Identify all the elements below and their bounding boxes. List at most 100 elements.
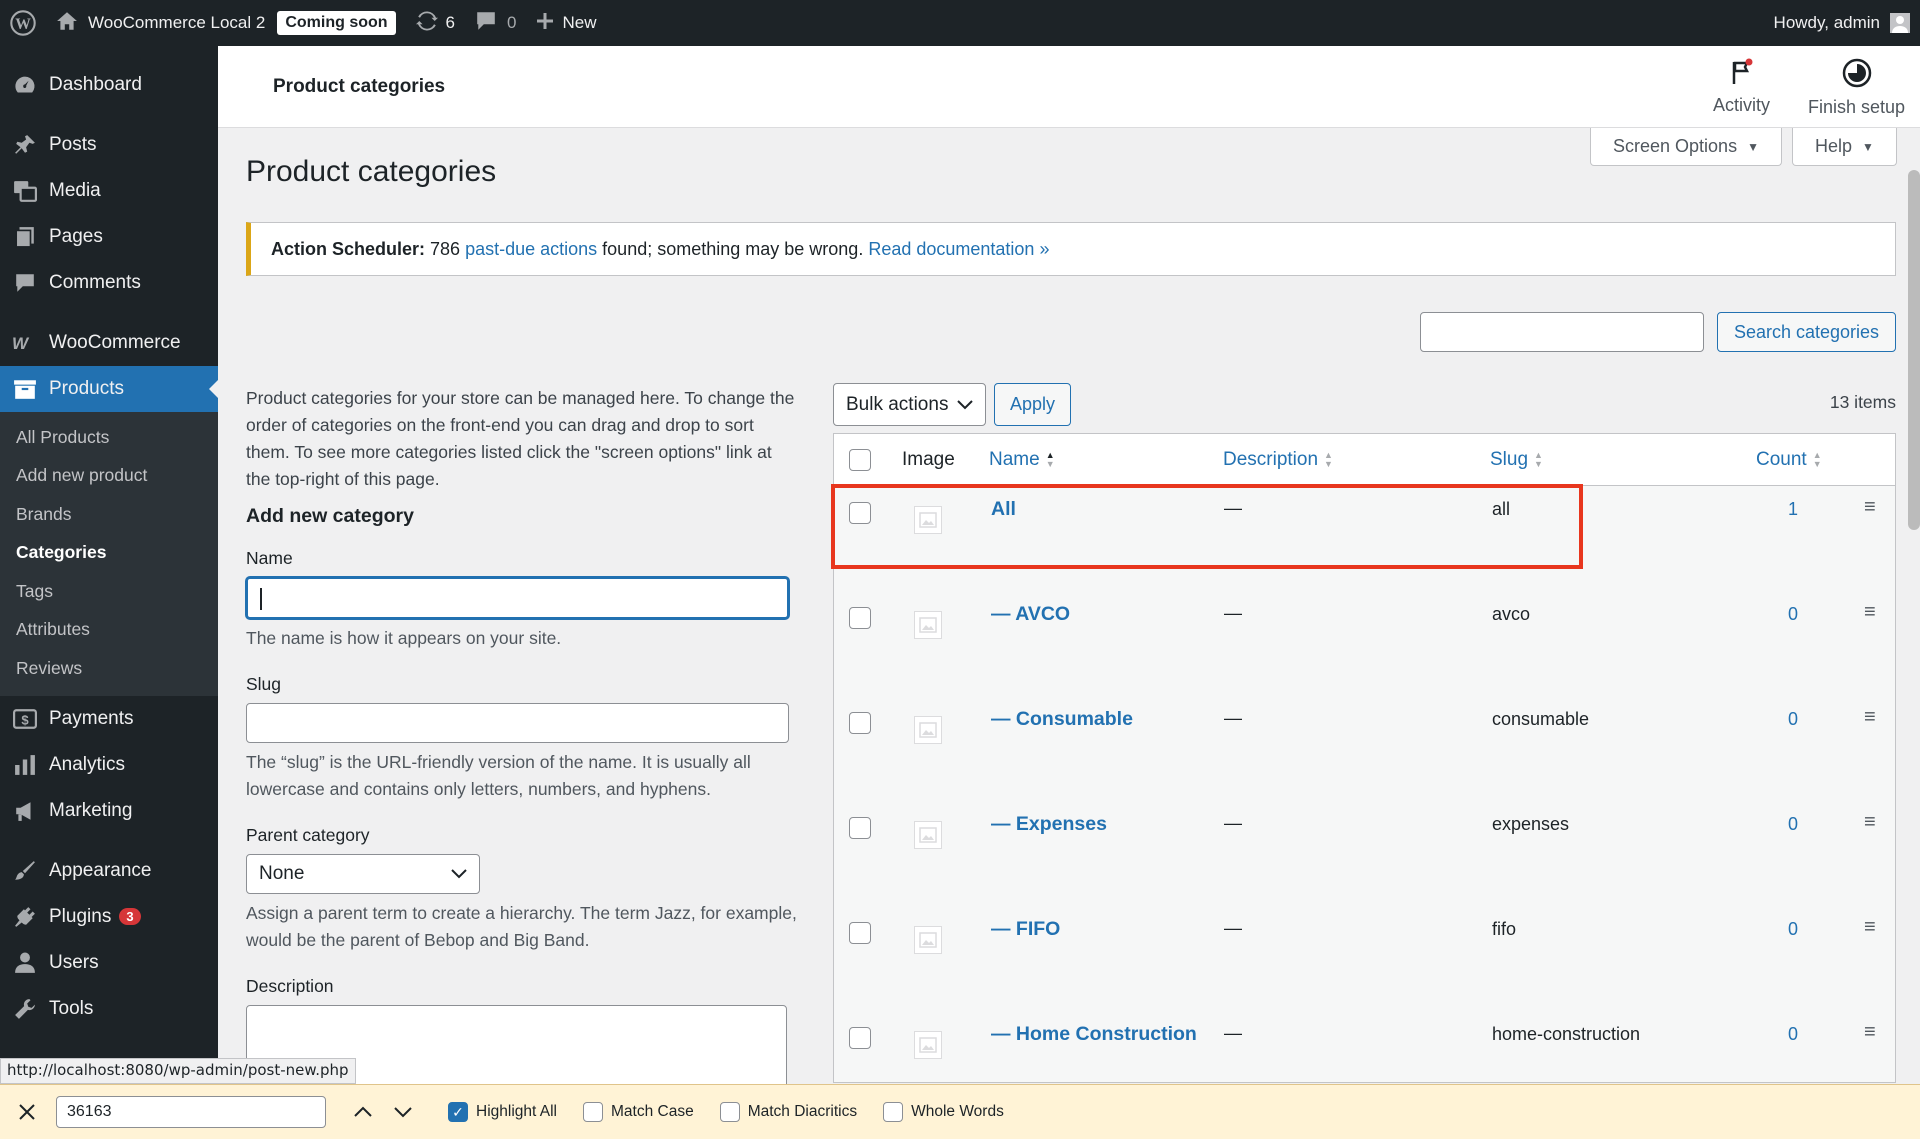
find-input[interactable]: 36163 <box>56 1096 326 1128</box>
column-count-sort[interactable]: Count ▲ ▼ <box>1756 449 1822 471</box>
apply-button[interactable]: Apply <box>994 383 1071 426</box>
sidebar-label: Users <box>49 951 99 973</box>
sidebar-item-plugins[interactable]: Plugins 3 <box>0 894 218 940</box>
past-due-actions-link[interactable]: past-due actions <box>465 239 597 260</box>
sidebar-item-appearance[interactable]: Appearance <box>0 848 218 894</box>
sidebar-label: Media <box>49 180 101 201</box>
sidebar-item-payments[interactable]: $ Payments <box>0 696 218 742</box>
category-name-link[interactable]: — AVCO <box>991 603 1070 626</box>
category-count-link[interactable]: 0 <box>1788 709 1798 730</box>
sidebar-label: Appearance <box>49 859 152 881</box>
submenu-tags[interactable]: Tags <box>0 572 218 611</box>
highlight-all-option[interactable]: ✓ Highlight All <box>448 1102 557 1122</box>
description-label: Description <box>246 976 334 996</box>
category-name-link[interactable]: — Expenses <box>991 813 1107 836</box>
table-row: — Expenses — expenses 0 ≡ <box>834 801 1895 906</box>
row-checkbox[interactable] <box>849 712 871 734</box>
column-description-label: Description <box>1223 449 1319 470</box>
category-count-link[interactable]: 0 <box>1788 604 1798 625</box>
row-checkbox[interactable] <box>849 502 871 524</box>
category-slug-input[interactable] <box>246 703 789 743</box>
wrench-icon <box>12 996 38 1022</box>
read-documentation-link[interactable]: Read documentation » <box>868 239 1049 260</box>
row-checkbox[interactable] <box>849 817 871 839</box>
row-checkbox[interactable] <box>849 607 871 629</box>
category-count-link[interactable]: 1 <box>1788 499 1798 520</box>
submenu-add-new-product[interactable]: Add new product <box>0 457 218 496</box>
find-next-icon[interactable] <box>388 1097 418 1127</box>
submenu-brands[interactable]: Brands <box>0 495 218 534</box>
parent-category-select[interactable]: None <box>246 854 480 894</box>
row-checkbox[interactable] <box>849 1027 871 1049</box>
comments-count: 0 <box>507 13 517 32</box>
category-name-link[interactable]: — FIFO <box>991 918 1060 941</box>
placeholder-image-icon <box>914 926 942 954</box>
screen-options-button[interactable]: Screen Options ▼ <box>1590 128 1782 166</box>
category-count-link[interactable]: 0 <box>1788 1024 1798 1045</box>
match-case-checkbox[interactable] <box>583 1102 603 1122</box>
sidebar-item-posts[interactable]: Posts <box>0 122 218 168</box>
help-button[interactable]: Help ▼ <box>1792 128 1897 166</box>
sidebar-item-dashboard[interactable]: Dashboard <box>0 62 218 108</box>
close-icon[interactable] <box>14 1103 40 1121</box>
category-name-link[interactable]: — Home Construction <box>991 1023 1197 1046</box>
finish-setup-button[interactable]: Finish setup <box>1808 58 1905 118</box>
sidebar-item-marketing[interactable]: Marketing <box>0 788 218 834</box>
submenu-attributes[interactable]: Attributes <box>0 611 218 650</box>
coming-soon-badge[interactable]: Coming soon <box>277 11 396 35</box>
comments-link[interactable]: 0 <box>465 0 526 46</box>
sidebar-item-media[interactable]: Media <box>0 168 218 214</box>
search-categories-input[interactable] <box>1420 312 1704 352</box>
category-name-link[interactable]: — Consumable <box>991 708 1133 731</box>
site-name-link[interactable]: WooCommerce Local 2 Coming soon <box>46 0 406 46</box>
bulk-actions-select[interactable]: Bulk actions <box>833 383 986 426</box>
submenu-all-products[interactable]: All Products <box>0 418 218 457</box>
new-content-link[interactable]: New <box>526 0 606 46</box>
category-slug: expenses <box>1492 814 1570 834</box>
category-name-input[interactable] <box>246 577 789 619</box>
notice-text: found; something may be wrong. <box>602 238 864 259</box>
drag-handle-icon[interactable]: ≡ <box>1864 496 1876 519</box>
sidebar-item-products[interactable]: Products <box>0 366 218 412</box>
sidebar-item-users[interactable]: Users <box>0 940 218 986</box>
my-account[interactable]: Howdy, admin <box>1774 13 1920 33</box>
wordpress-logo-icon[interactable]: W <box>0 0 46 46</box>
placeholder-image-icon <box>914 506 942 534</box>
match-diacritics-checkbox[interactable] <box>719 1102 740 1122</box>
sidebar-item-woocommerce[interactable]: W WooCommerce <box>0 320 218 366</box>
sidebar-item-comments[interactable]: Comments <box>0 260 218 306</box>
woocommerce-icon: W <box>12 330 38 356</box>
whole-words-checkbox[interactable] <box>883 1102 904 1122</box>
column-name-sort[interactable]: Name ▲ ▼ <box>989 449 1055 471</box>
category-name-link[interactable]: All <box>991 498 1016 521</box>
sidebar-item-pages[interactable]: Pages <box>0 214 218 260</box>
sidebar-item-tools[interactable]: Tools <box>0 986 218 1032</box>
match-diacritics-option[interactable]: Match Diacritics <box>719 1102 857 1122</box>
new-label: New <box>562 13 597 32</box>
search-categories-button[interactable]: Search categories <box>1717 312 1896 352</box>
page-scrollbar[interactable] <box>1908 170 1920 530</box>
drag-handle-icon[interactable]: ≡ <box>1864 601 1876 624</box>
whole-words-option[interactable]: Whole Words <box>883 1102 1004 1122</box>
submenu-reviews[interactable]: Reviews <box>0 649 218 688</box>
match-case-option[interactable]: Match Case <box>583 1102 694 1122</box>
column-description-sort[interactable]: Description ▲ ▼ <box>1223 449 1333 471</box>
drag-handle-icon[interactable]: ≡ <box>1864 706 1876 729</box>
select-all-checkbox[interactable] <box>849 449 871 471</box>
sidebar-item-analytics[interactable]: Analytics <box>0 742 218 788</box>
payments-icon: $ <box>12 706 38 732</box>
plugins-update-badge: 3 <box>119 908 141 925</box>
category-count-link[interactable]: 0 <box>1788 919 1798 940</box>
column-slug-sort[interactable]: Slug ▲ ▼ <box>1490 449 1543 471</box>
category-count-link[interactable]: 0 <box>1788 814 1798 835</box>
submenu-categories[interactable]: Categories <box>0 534 218 573</box>
column-image: Image <box>902 449 955 470</box>
drag-handle-icon[interactable]: ≡ <box>1864 916 1876 939</box>
row-checkbox[interactable] <box>849 922 871 944</box>
find-previous-icon[interactable] <box>348 1097 378 1127</box>
activity-button[interactable]: Activity <box>1713 58 1770 116</box>
updates-link[interactable]: 6 <box>406 0 465 46</box>
drag-handle-icon[interactable]: ≡ <box>1864 1021 1876 1044</box>
drag-handle-icon[interactable]: ≡ <box>1864 811 1876 834</box>
sidebar-label: Products <box>49 378 124 399</box>
